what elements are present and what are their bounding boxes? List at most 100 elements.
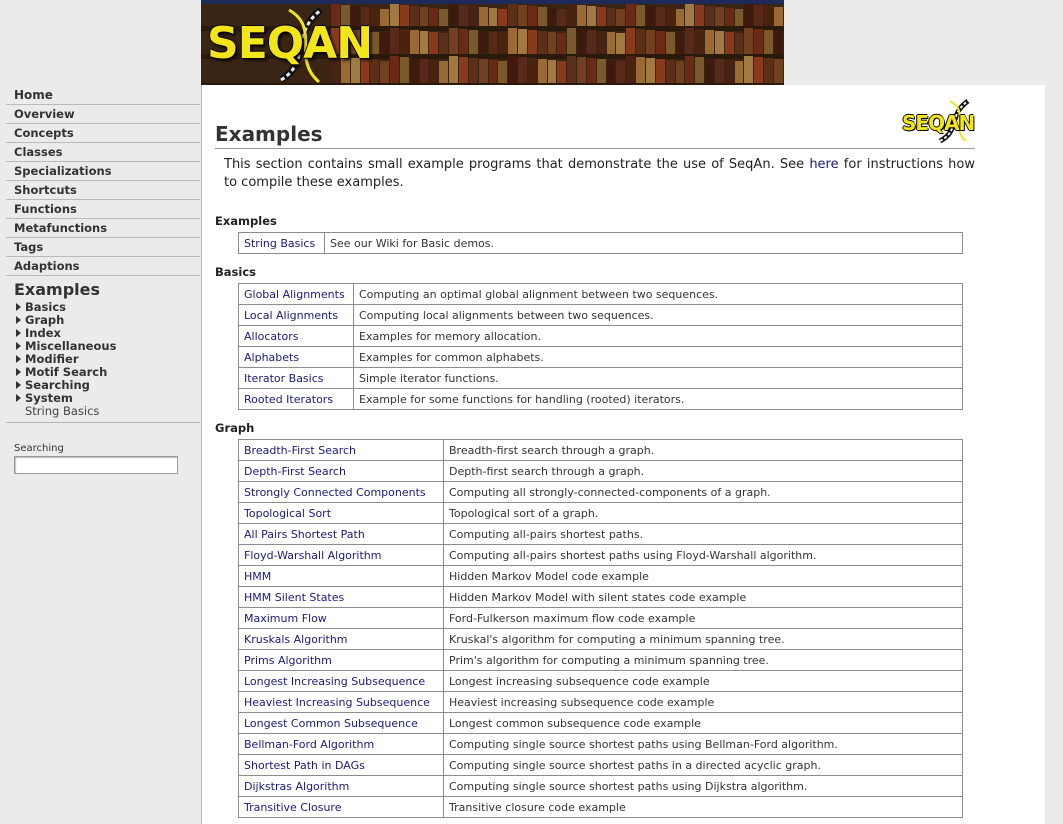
- example-link[interactable]: Allocators: [238, 325, 354, 347]
- book-spine: [764, 58, 773, 83]
- example-link[interactable]: HMM: [238, 565, 444, 587]
- example-link[interactable]: Transitive Closure: [238, 796, 444, 818]
- example-link[interactable]: Global Alignments: [238, 283, 354, 305]
- table-row: Longest Common Subsequence Longest common…: [238, 712, 963, 734]
- search-input[interactable]: [14, 456, 178, 474]
- table-row: Shortest Path in DAGs Computing single so…: [238, 754, 963, 776]
- example-description: See our Wiki for Basic demos.: [324, 232, 963, 254]
- book-spine: [537, 59, 547, 83]
- book-spine: [527, 6, 537, 26]
- table-row: Heaviest Increasing Subsequence Heaviest …: [238, 691, 963, 713]
- book-spine: [705, 6, 714, 26]
- example-link[interactable]: Alphabets: [238, 346, 354, 368]
- example-description: Computing single source shortest paths i…: [443, 754, 963, 776]
- scrollbar-gutter[interactable]: [1045, 85, 1063, 824]
- expand-triangle-icon[interactable]: [16, 303, 21, 311]
- book-spine: [685, 56, 695, 83]
- example-description: Longest common subsequence code example: [443, 712, 963, 734]
- sidebar-item-shortcuts[interactable]: Shortcuts: [6, 181, 200, 200]
- book-spine: [655, 31, 665, 54]
- book-spine: [468, 58, 478, 83]
- section-heading-examples: Examples: [215, 214, 277, 228]
- example-link[interactable]: String Basics: [238, 232, 325, 254]
- example-link[interactable]: Prims Algorithm: [238, 649, 444, 671]
- sidebar-item-functions[interactable]: Functions: [6, 200, 200, 219]
- book-spine: [764, 6, 773, 26]
- sidebar-item-classes[interactable]: Classes: [6, 143, 200, 162]
- example-description: Hidden Markov Model code example: [443, 565, 963, 587]
- expand-triangle-icon[interactable]: [16, 394, 21, 402]
- sidebar-nav: Home Overview Concepts Classes Specializatio…: [6, 86, 200, 276]
- example-link[interactable]: Longest Common Subsequence: [238, 712, 444, 734]
- example-link[interactable]: Longest Increasing Subsequence: [238, 670, 444, 692]
- sidebar-item-adaptions[interactable]: Adaptions: [6, 257, 200, 276]
- book-spine: [616, 9, 626, 26]
- book-spine: [744, 56, 754, 83]
- example-description: Kruskal's algorithm for computing a mini…: [443, 628, 963, 650]
- table-row: Local Alignments Computing local alignmen…: [238, 304, 963, 326]
- table-row: Kruskals Algorithm Kruskal's algorithm fo…: [238, 628, 963, 650]
- example-link[interactable]: Shortest Path in DAGs: [238, 754, 444, 776]
- book-spine: [675, 9, 685, 26]
- book-spine: [449, 28, 458, 54]
- sidebar-subitem-label: Basics: [25, 300, 66, 314]
- sidebar-item-specializations[interactable]: Specializations: [6, 162, 200, 181]
- sidebar-subitem-label: Modifier: [25, 352, 79, 366]
- sidebar-subitem-string-basics[interactable]: String Basics: [14, 405, 200, 418]
- basics-table: Global Alignments Computing an optimal gl…: [238, 283, 963, 410]
- bookshelf-row: [331, 56, 784, 83]
- example-link[interactable]: Topological Sort: [238, 502, 444, 524]
- sidebar-current-title[interactable]: Examples: [14, 281, 200, 299]
- sidebar-item-overview[interactable]: Overview: [6, 105, 200, 124]
- example-link[interactable]: Floyd-Warshall Algorithm: [238, 544, 444, 566]
- example-link[interactable]: Kruskals Algorithm: [238, 628, 444, 650]
- example-link[interactable]: Maximum Flow: [238, 607, 444, 629]
- example-link[interactable]: All Pairs Shortest Path: [238, 523, 444, 545]
- book-spine: [527, 30, 537, 54]
- seqan-logo[interactable]: SEQAN: [207, 18, 373, 69]
- book-spine: [577, 29, 586, 54]
- book-spine: [646, 6, 655, 26]
- book-spine: [380, 61, 390, 83]
- sidebar-item-concepts[interactable]: Concepts: [6, 124, 200, 143]
- book-spine: [419, 31, 429, 54]
- sidebar-item-metafunctions[interactable]: Metafunctions: [6, 219, 200, 238]
- example-link[interactable]: Local Alignments: [238, 304, 354, 326]
- example-link[interactable]: Bellman-Ford Algorithm: [238, 733, 444, 755]
- bookshelf-row: [331, 28, 784, 54]
- example-link[interactable]: HMM Silent States: [238, 586, 444, 608]
- here-link[interactable]: here: [809, 157, 838, 172]
- sidebar-subitem-label: Graph: [25, 313, 65, 327]
- book-spine: [429, 32, 439, 54]
- book-spine: [655, 59, 665, 83]
- sidebar-item-home[interactable]: Home: [6, 86, 200, 105]
- example-description: Computing single source shortest paths u…: [443, 733, 963, 755]
- expand-triangle-icon[interactable]: [16, 316, 21, 324]
- example-description: Computing all strongly-connected-compone…: [443, 481, 963, 503]
- book-spine: [508, 56, 518, 83]
- example-link[interactable]: Strongly Connected Components: [238, 481, 444, 503]
- example-link[interactable]: Rooted Iterators: [238, 388, 354, 410]
- example-link[interactable]: Dijkstras Algorithm: [238, 775, 444, 797]
- table-row: HMM Hidden Markov Model code example: [238, 565, 963, 587]
- table-row: Floyd-Warshall Algorithm Computing all-pa…: [238, 544, 963, 566]
- expand-triangle-icon[interactable]: [16, 355, 21, 363]
- expand-triangle-icon[interactable]: [16, 381, 21, 389]
- example-link[interactable]: Depth-First Search: [238, 460, 444, 482]
- book-spine: [409, 30, 419, 54]
- example-link[interactable]: Breadth-First Search: [238, 439, 444, 461]
- table-row: Transitive Closure Transitive closure cod…: [238, 796, 963, 818]
- sidebar-item-tags[interactable]: Tags: [6, 238, 200, 257]
- example-link[interactable]: Iterator Basics: [238, 367, 354, 389]
- book-spine: [557, 61, 567, 83]
- expand-triangle-icon[interactable]: [16, 342, 21, 350]
- expand-triangle-icon[interactable]: [16, 329, 21, 337]
- example-description: Examples for memory allocation.: [353, 325, 963, 347]
- expand-triangle-icon[interactable]: [16, 368, 21, 376]
- example-description: Depth-first search through a graph.: [443, 460, 963, 482]
- book-spine: [606, 60, 616, 83]
- table-row: Longest Increasing Subsequence Longest in…: [238, 670, 963, 692]
- book-spine: [675, 33, 685, 54]
- book-spine: [498, 9, 508, 26]
- example-link[interactable]: Heaviest Increasing Subsequence: [238, 691, 444, 713]
